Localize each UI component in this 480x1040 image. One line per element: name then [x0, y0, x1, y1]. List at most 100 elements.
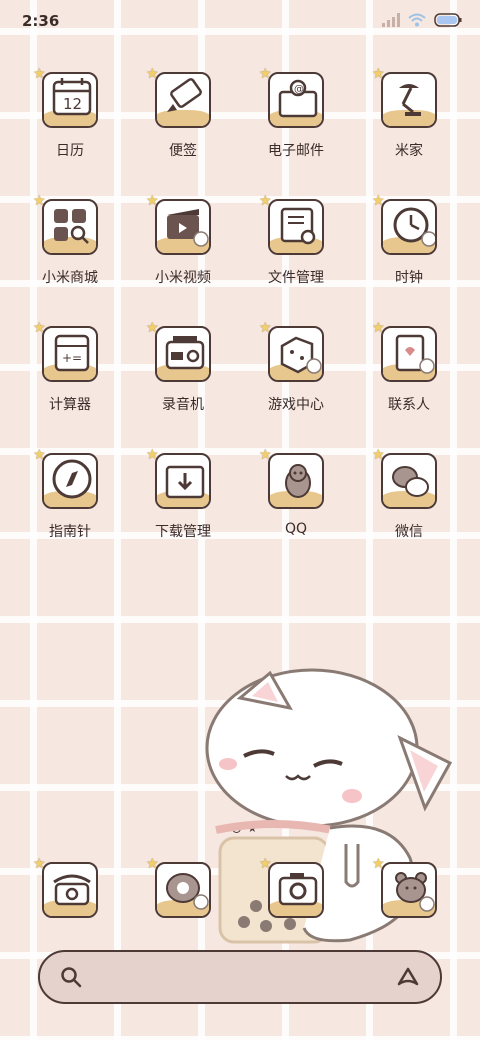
search-bar[interactable]	[38, 950, 442, 1004]
app-label: 计算器	[49, 397, 91, 413]
star-icon: ★	[259, 856, 272, 872]
app-label: 指南针	[49, 524, 91, 540]
app-file-manager[interactable]: ★ 文件管理	[241, 189, 351, 299]
star-icon: ★	[146, 447, 159, 463]
dock-bear-face[interactable]: ★	[354, 852, 464, 962]
star-icon: ★	[33, 320, 46, 336]
app-wechat[interactable]: ★ 微信	[354, 443, 464, 553]
star-icon: ★	[259, 320, 272, 336]
mijia-lamp-icon	[399, 84, 421, 116]
calendar-day: 12	[63, 95, 82, 113]
compass-icon	[52, 459, 92, 499]
app-clock[interactable]: ★ 时钟	[354, 189, 464, 299]
app-mijia-lamp[interactable]: ★ 米家	[354, 62, 464, 172]
notes-icon	[167, 78, 202, 112]
app-icon-tile[interactable]	[42, 862, 98, 918]
app-calculator[interactable]: += ★ 计算器	[15, 316, 125, 426]
star-icon: ★	[372, 447, 385, 463]
app-icon-tile[interactable]	[268, 862, 324, 918]
app-icon-tile[interactable]	[268, 326, 324, 382]
star-icon: ★	[33, 66, 46, 82]
star-icon: ★	[146, 193, 159, 209]
app-icon-tile[interactable]	[381, 326, 437, 382]
star-icon: ★	[372, 856, 385, 872]
app-icon-tile[interactable]	[381, 199, 437, 255]
star-icon: ★	[33, 856, 46, 872]
app-label: 日历	[56, 143, 84, 159]
app-icon-tile[interactable]	[155, 453, 211, 509]
app-icon-tile[interactable]	[268, 453, 324, 509]
app-icon-tile[interactable]	[155, 72, 211, 128]
app-label: 米家	[395, 143, 423, 159]
app-contacts[interactable]: ★ 联系人	[354, 316, 464, 426]
recorder-icon	[165, 336, 205, 370]
dock-camera[interactable]: ★	[241, 852, 351, 962]
app-label: 电子邮件	[268, 143, 324, 159]
file-manager-icon	[280, 207, 316, 245]
app-label: 时钟	[395, 270, 423, 286]
messages-bear-icon	[166, 873, 209, 910]
assistant-icon[interactable]	[396, 966, 420, 988]
app-label: 文件管理	[268, 270, 324, 286]
app-icon-tile[interactable]	[155, 326, 211, 382]
app-label: 下载管理	[155, 524, 211, 540]
app-icon-tile[interactable]	[381, 862, 437, 918]
app-mi-store[interactable]: ★ 小米商城	[15, 189, 125, 299]
app-icon-tile[interactable]: @	[268, 72, 324, 128]
star-icon: ★	[372, 66, 385, 82]
star-icon: ★	[146, 856, 159, 872]
qq-icon	[285, 464, 311, 498]
app-recorder[interactable]: ★ 录音机	[128, 316, 238, 426]
clock-icon	[393, 207, 435, 247]
search-icon[interactable]	[60, 966, 82, 988]
app-icon-tile[interactable]	[42, 199, 98, 255]
mi-store-icon	[54, 209, 89, 244]
star-icon: ★	[146, 66, 159, 82]
contacts-icon	[395, 334, 435, 374]
status-time: 2:36	[22, 12, 60, 30]
app-icon-tile[interactable]	[42, 453, 98, 509]
app-download-manager[interactable]: ★ 下载管理	[128, 443, 238, 553]
app-label: QQ	[284, 521, 308, 537]
app-game-center[interactable]: ★ 游戏中心	[241, 316, 351, 426]
wechat-icon	[392, 466, 429, 497]
star-icon: ★	[372, 193, 385, 209]
dock-messages-bear[interactable]: ★	[128, 852, 238, 962]
app-icon-tile[interactable]	[381, 72, 437, 128]
app-icon-tile[interactable]	[381, 453, 437, 509]
dock-phone[interactable]: ★	[15, 852, 125, 962]
app-label: 录音机	[162, 397, 204, 413]
star-icon: ★	[259, 193, 272, 209]
star-icon: ★	[259, 447, 272, 463]
app-compass[interactable]: ★ 指南针	[15, 443, 125, 553]
star-icon: ★	[259, 66, 272, 82]
email-icon: @	[278, 79, 318, 118]
app-mi-video[interactable]: ★ 小米视频	[128, 189, 238, 299]
app-label: 小米视频	[155, 270, 211, 286]
star-icon: ★	[33, 447, 46, 463]
signal-icon	[382, 13, 400, 27]
app-icon-tile[interactable]	[155, 862, 211, 918]
app-label: 联系人	[388, 397, 430, 413]
app-email[interactable]: @ ★ 电子邮件	[241, 62, 351, 172]
svg-text:@: @	[294, 84, 304, 95]
app-label: 小米商城	[42, 270, 98, 286]
app-qq[interactable]: ★ QQ	[241, 443, 351, 553]
app-icon-tile[interactable]	[155, 199, 211, 255]
bear-face-icon	[395, 872, 435, 912]
app-icon-tile[interactable]: 12	[42, 72, 98, 128]
app-icon-tile[interactable]	[268, 199, 324, 255]
app-label: 游戏中心	[268, 397, 324, 413]
camera-icon	[278, 873, 318, 906]
download-manager-icon	[165, 465, 205, 499]
battery-icon	[434, 13, 462, 27]
app-icon-tile[interactable]: +=	[42, 326, 98, 382]
game-center-icon	[280, 336, 322, 374]
app-notes[interactable]: ★ 便签	[128, 62, 238, 172]
star-icon: ★	[372, 320, 385, 336]
app-calendar[interactable]: 12 ★ 日历	[15, 62, 125, 172]
calendar-icon: 12	[52, 78, 92, 116]
phone-icon	[53, 874, 91, 906]
star-icon: ★	[146, 320, 159, 336]
dock: ★ ★ ★ ★	[0, 852, 480, 932]
